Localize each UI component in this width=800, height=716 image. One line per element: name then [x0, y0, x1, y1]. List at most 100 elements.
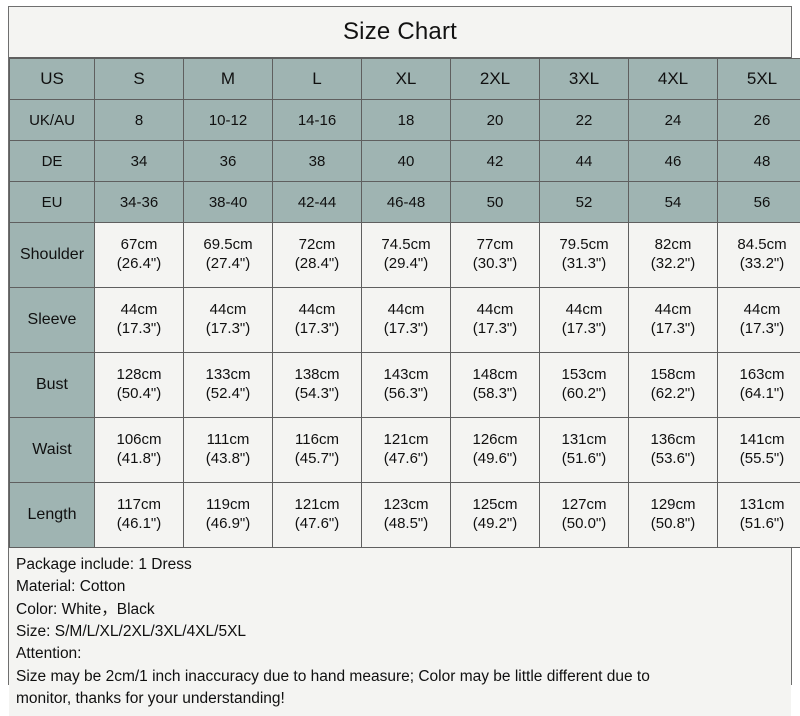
cell-shoulder-3xl: 79.5cm (31.3")	[540, 223, 629, 288]
cell-de-3xl: 44	[540, 141, 629, 182]
cell-length-s: 117cm (46.1")	[95, 483, 184, 548]
cell-ukau-s: 8	[95, 100, 184, 141]
row-label-ukau: UK/AU	[10, 100, 95, 141]
header-cell-size-5xl: 5XL	[718, 59, 800, 100]
cell-sleeve-3xl: 44cm (17.3")	[540, 288, 629, 353]
value-inch: (17.3")	[629, 320, 717, 339]
value-inch: (46.9")	[184, 515, 272, 534]
value-cm: 74.5cm	[362, 236, 450, 255]
value-cm: 44cm	[451, 301, 539, 320]
value-inch: (64.1")	[718, 385, 800, 404]
value-inch: (46.1")	[95, 515, 183, 534]
header-cell-size-xl: XL	[362, 59, 451, 100]
value-cm: 133cm	[184, 366, 272, 385]
cell-length-m: 119cm (46.9")	[184, 483, 273, 548]
value-cm: 106cm	[95, 431, 183, 450]
value-cm: 153cm	[540, 366, 628, 385]
value-cm: 131cm	[718, 496, 800, 515]
value-cm: 141cm	[718, 431, 800, 450]
row-label-sleeve: Sleeve	[10, 288, 95, 353]
cell-de-l: 38	[273, 141, 362, 182]
value-inch: (47.6")	[362, 450, 450, 469]
value-inch: (17.3")	[95, 320, 183, 339]
table-row-size-header: US S M L XL 2XL 3XL 4XL 5XL	[10, 59, 800, 100]
value-inch: (49.6")	[451, 450, 539, 469]
cell-sleeve-4xl: 44cm (17.3")	[629, 288, 718, 353]
cell-waist-2xl: 126cm (49.6")	[451, 418, 540, 483]
value-inch: (56.3")	[362, 385, 450, 404]
table-row-ukau: UK/AU 8 10-12 14-16 18 20 22 24 26	[10, 100, 800, 141]
value-cm: 69.5cm	[184, 236, 272, 255]
size-chart-page: Size Chart US S M L XL 2XL 3XL 4XL 5XL	[0, 0, 800, 691]
value-inch: (29.4")	[362, 255, 450, 274]
cell-bust-3xl: 153cm (60.2")	[540, 353, 629, 418]
value-cm: 44cm	[362, 301, 450, 320]
cell-eu-xl: 46-48	[362, 182, 451, 223]
value-inch: (50.4")	[95, 385, 183, 404]
header-cell-size-l: L	[273, 59, 362, 100]
cell-ukau-xl: 18	[362, 100, 451, 141]
cell-waist-s: 106cm (41.8")	[95, 418, 184, 483]
value-inch: (30.3")	[451, 255, 539, 274]
value-inch: (43.8")	[184, 450, 272, 469]
cell-de-2xl: 42	[451, 141, 540, 182]
cell-sleeve-l: 44cm (17.3")	[273, 288, 362, 353]
footer-line-size: Size: S/M/L/XL/2XL/3XL/4XL/5XL	[16, 621, 785, 643]
header-cell-region: US	[10, 59, 95, 100]
cell-shoulder-m: 69.5cm (27.4")	[184, 223, 273, 288]
value-cm: 44cm	[629, 301, 717, 320]
value-cm: 44cm	[184, 301, 272, 320]
value-cm: 44cm	[273, 301, 361, 320]
value-inch: (17.3")	[540, 320, 628, 339]
value-inch: (62.2")	[629, 385, 717, 404]
cell-ukau-3xl: 22	[540, 100, 629, 141]
cell-de-s: 34	[95, 141, 184, 182]
row-label-eu: EU	[10, 182, 95, 223]
cell-eu-2xl: 50	[451, 182, 540, 223]
cell-waist-4xl: 136cm (53.6")	[629, 418, 718, 483]
table-row-eu: EU 34-36 38-40 42-44 46-48 50 52 54 56	[10, 182, 800, 223]
value-cm: 79.5cm	[540, 236, 628, 255]
value-cm: 125cm	[451, 496, 539, 515]
value-cm: 84.5cm	[718, 236, 800, 255]
value-inch: (55.5")	[718, 450, 800, 469]
cell-eu-l: 42-44	[273, 182, 362, 223]
cell-length-4xl: 129cm (50.8")	[629, 483, 718, 548]
footer-line-material: Material: Cotton	[16, 576, 785, 598]
value-inch: (49.2")	[451, 515, 539, 534]
value-inch: (17.3")	[451, 320, 539, 339]
footer-line-package: Package include: 1 Dress	[16, 554, 785, 576]
footer-line-color: Color: White，Black	[16, 599, 785, 621]
row-label-length: Length	[10, 483, 95, 548]
cell-ukau-4xl: 24	[629, 100, 718, 141]
cell-sleeve-s: 44cm (17.3")	[95, 288, 184, 353]
value-inch: (26.4")	[95, 255, 183, 274]
cell-shoulder-4xl: 82cm (32.2")	[629, 223, 718, 288]
cell-sleeve-2xl: 44cm (17.3")	[451, 288, 540, 353]
cell-bust-l: 138cm (54.3")	[273, 353, 362, 418]
value-cm: 44cm	[95, 301, 183, 320]
value-inch: (17.3")	[184, 320, 272, 339]
row-label-waist: Waist	[10, 418, 95, 483]
cell-sleeve-5xl: 44cm (17.3")	[718, 288, 800, 353]
value-cm: 131cm	[540, 431, 628, 450]
value-cm: 148cm	[451, 366, 539, 385]
cell-eu-s: 34-36	[95, 182, 184, 223]
value-inch: (48.5")	[362, 515, 450, 534]
value-cm: 119cm	[184, 496, 272, 515]
value-cm: 138cm	[273, 366, 361, 385]
cell-sleeve-xl: 44cm (17.3")	[362, 288, 451, 353]
value-cm: 143cm	[362, 366, 450, 385]
header-cell-size-4xl: 4XL	[629, 59, 718, 100]
table-row-bust: Bust 128cm (50.4") 133cm (52.4") 138cm (…	[10, 353, 800, 418]
value-inch: (52.4")	[184, 385, 272, 404]
cell-de-m: 36	[184, 141, 273, 182]
cell-bust-4xl: 158cm (62.2")	[629, 353, 718, 418]
cell-length-2xl: 125cm (49.2")	[451, 483, 540, 548]
value-inch: (33.2")	[718, 255, 800, 274]
value-cm: 163cm	[718, 366, 800, 385]
value-inch: (41.8")	[95, 450, 183, 469]
table-row-length: Length 117cm (46.1") 119cm (46.9") 121cm…	[10, 483, 800, 548]
cell-eu-5xl: 56	[718, 182, 800, 223]
value-inch: (17.3")	[362, 320, 450, 339]
